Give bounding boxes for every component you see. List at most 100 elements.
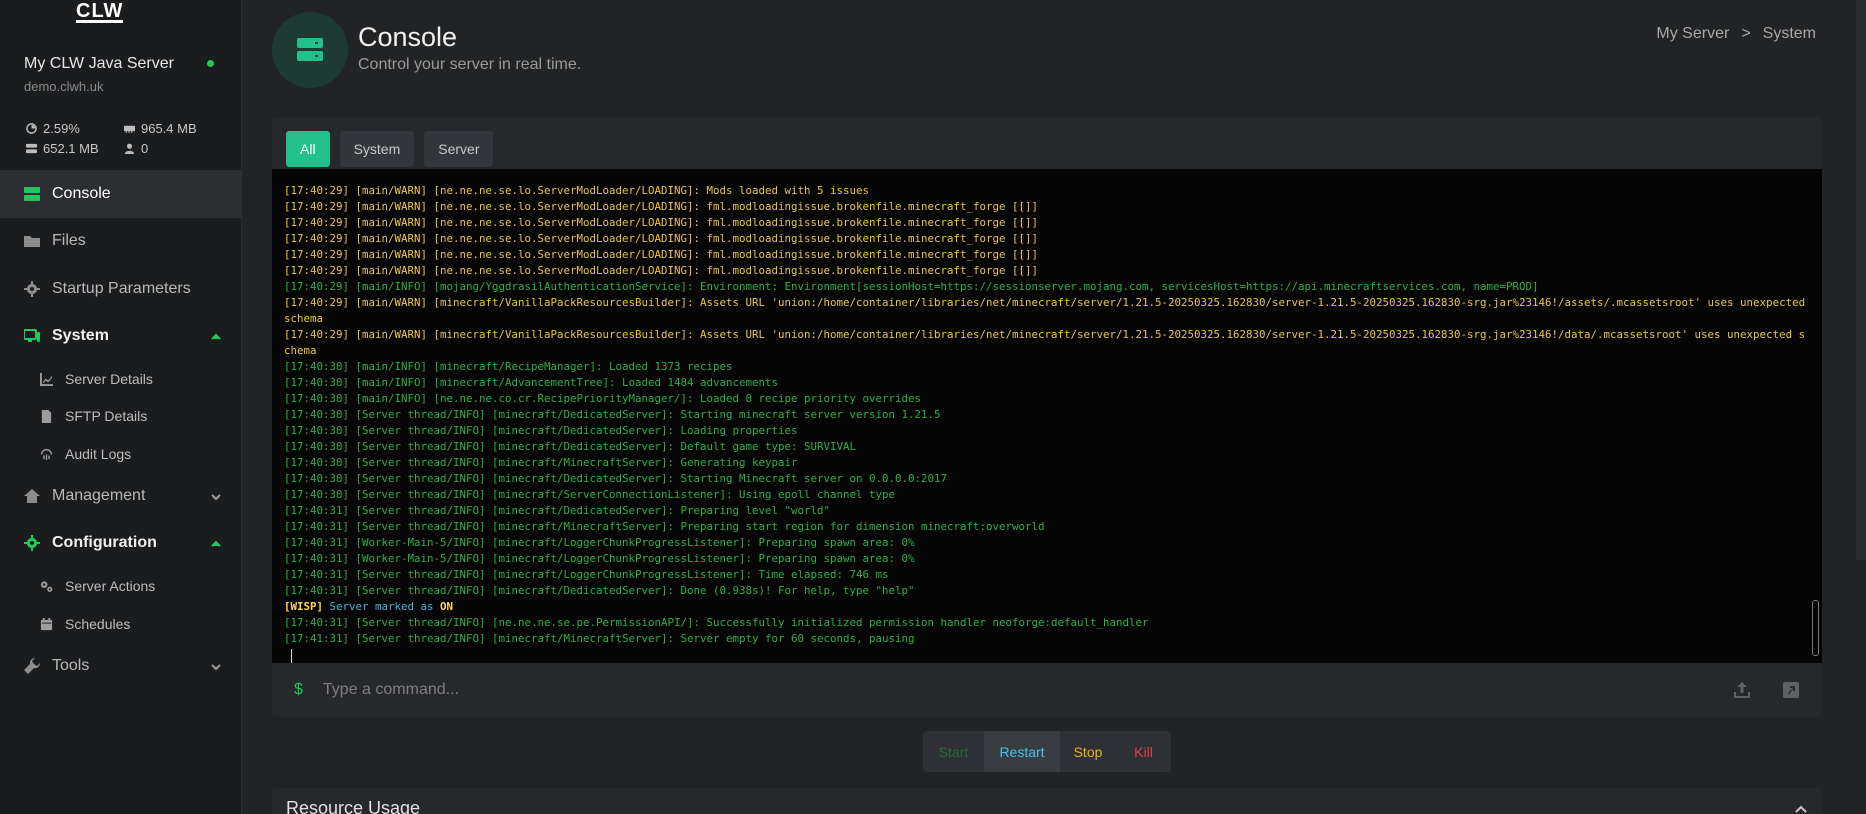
console-line: [17:40:29] [main/WARN] [ne.ne.ne.se.lo.S… xyxy=(284,232,1039,245)
sidebar-item-label: Schedules xyxy=(65,616,131,632)
tab-server[interactable]: Server xyxy=(424,131,494,167)
players-value: 0 xyxy=(141,141,149,156)
sidebar: CLW My CLW Java Server demo.clwh.uk 2.59… xyxy=(0,0,242,814)
console-line: [17:40:31] [Server thread/INFO] [minecra… xyxy=(284,584,915,597)
server-name: My CLW Java Server xyxy=(24,55,174,72)
server-host: demo.clwh.uk xyxy=(24,79,104,94)
console-line: [17:40:30] [Server thread/INFO] [minecra… xyxy=(284,488,896,501)
sidebar-item-label: Files xyxy=(52,232,86,249)
logo-text: CLW xyxy=(76,0,124,23)
sidebar-item-tools[interactable]: Tools xyxy=(0,642,242,690)
wrench-icon xyxy=(24,658,40,674)
user-icon xyxy=(124,143,135,154)
console-line: [17:40:31] [Server thread/INFO] [minecra… xyxy=(284,520,1045,533)
memory-icon xyxy=(124,125,135,134)
sidebar-item-server-actions[interactable]: Server Actions xyxy=(0,568,242,604)
breadcrumb: My Server > System xyxy=(1656,25,1816,43)
sidebar-item-startup[interactable]: Startup Parameters xyxy=(0,265,242,313)
sidebar-item-audit-logs[interactable]: Audit Logs xyxy=(0,436,242,472)
console-line: [17:40:31] [Server thread/INFO] [minecra… xyxy=(284,568,889,581)
logo[interactable]: CLW xyxy=(76,0,124,23)
restart-button[interactable]: Restart xyxy=(984,731,1060,772)
sidebar-item-label: SFTP Details xyxy=(65,408,148,424)
console-line: [17:40:29] [main/WARN] [ne.ne.ne.se.lo.S… xyxy=(284,200,1039,213)
console-line: [17:41:31] [Server thread/INFO] [minecra… xyxy=(284,632,915,645)
sidebar-item-schedules[interactable]: Schedules xyxy=(0,606,242,642)
sidebar-item-console[interactable]: Console xyxy=(0,170,242,218)
console-line: [17:40:29] [main/WARN] [minecraft/Vanill… xyxy=(284,328,1806,357)
wisp-state: ON xyxy=(440,600,454,613)
console-line: [17:40:31] [Server thread/INFO] [ne.ne.n… xyxy=(284,616,1149,629)
breadcrumb-current: System xyxy=(1762,25,1816,42)
stop-button[interactable]: Stop xyxy=(1060,731,1116,772)
page-scrollbar[interactable] xyxy=(1856,0,1866,560)
resource-usage-panel[interactable]: Resource Usage xyxy=(272,788,1822,814)
sidebar-item-files[interactable]: Files xyxy=(0,217,242,265)
disk-stat: 652.1 MB xyxy=(26,141,99,156)
home-icon xyxy=(24,489,40,503)
console-line: [17:40:30] [Server thread/INFO] [minecra… xyxy=(284,456,798,469)
prompt-symbol: $ xyxy=(294,681,303,698)
file-icon xyxy=(41,409,52,423)
console-line: [17:40:30] [Server thread/INFO] [minecra… xyxy=(284,440,857,453)
chevron-down-icon xyxy=(210,660,222,672)
gear-icon xyxy=(24,281,40,297)
kill-button[interactable]: Kill xyxy=(1116,731,1171,772)
cpu-icon xyxy=(26,123,37,134)
chevron-up-icon xyxy=(210,330,222,342)
console-line: [17:40:29] [main/WARN] [ne.ne.ne.se.lo.S… xyxy=(284,216,1039,229)
console-line: [17:40:30] [main/INFO] [minecraft/Recipe… xyxy=(284,360,733,373)
tab-all[interactable]: All xyxy=(286,131,330,167)
sidebar-item-label: Management xyxy=(52,487,146,504)
players-stat: 0 xyxy=(124,141,148,156)
memory-value: 965.4 MB xyxy=(141,121,197,136)
console-line: [17:40:31] [Worker-Main-5/INFO] [minecra… xyxy=(284,536,915,549)
console-header-icon xyxy=(272,12,348,88)
command-row: $ xyxy=(272,663,1822,717)
breadcrumb-separator: > xyxy=(1741,25,1751,42)
pop-out-icon[interactable] xyxy=(1782,681,1800,699)
breadcrumb-server[interactable]: My Server xyxy=(1656,25,1729,43)
page-title: Console xyxy=(358,22,458,52)
chevron-up-icon[interactable] xyxy=(1794,802,1808,814)
upload-icon[interactable] xyxy=(1733,681,1751,699)
sidebar-item-label: Audit Logs xyxy=(65,446,132,462)
monitor-icon xyxy=(24,329,40,342)
online-status-dot xyxy=(207,60,214,67)
console-line: [17:40:30] [Server thread/INFO] [minecra… xyxy=(284,424,798,437)
sidebar-item-label: Server Actions xyxy=(65,578,156,594)
console-line: [17:40:30] [main/INFO] [minecraft/Advanc… xyxy=(284,376,779,389)
memory-stat: 965.4 MB xyxy=(124,121,197,136)
console-line: [17:40:30] [Server thread/INFO] [minecra… xyxy=(284,472,948,485)
sidebar-item-sftp-details[interactable]: SFTP Details xyxy=(0,398,242,434)
console-panel: All System Server [17:40:29] [main/WARN]… xyxy=(272,117,1822,717)
sidebar-item-management[interactable]: Management xyxy=(0,472,242,520)
server-icon xyxy=(297,38,323,61)
console-line: [17:40:29] [main/WARN] [minecraft/Vanill… xyxy=(284,296,1812,325)
page-subtitle: Control your server in real time. xyxy=(358,56,582,73)
console-line: [17:40:29] [main/WARN] [ne.ne.ne.se.lo.S… xyxy=(284,264,1039,277)
console-line: [17:40:31] [Server thread/INFO] [minecra… xyxy=(284,504,831,517)
wisp-tag: [WISP] xyxy=(284,600,324,613)
gear-icon xyxy=(24,535,40,551)
chevron-down-icon xyxy=(210,490,222,502)
folder-icon xyxy=(24,236,40,247)
console-output[interactable]: [17:40:29] [main/WARN] [ne.ne.ne.se.lo.S… xyxy=(272,169,1822,663)
server-icon xyxy=(24,187,40,201)
console-line: [17:40:31] [Worker-Main-5/INFO] [minecra… xyxy=(284,552,915,565)
sidebar-item-server-details[interactable]: Server Details xyxy=(0,361,242,397)
sidebar-item-system[interactable]: System xyxy=(0,312,242,360)
cpu-stat: 2.59% xyxy=(26,121,80,136)
chevron-up-icon xyxy=(210,537,222,549)
console-cursor xyxy=(291,649,292,663)
sidebar-item-label: Configuration xyxy=(52,534,157,551)
sidebar-item-configuration[interactable]: Configuration xyxy=(0,519,242,567)
console-line: [17:40:29] [main/WARN] [ne.ne.ne.se.lo.S… xyxy=(284,248,1039,261)
console-scrollbar[interactable] xyxy=(1812,600,1819,656)
disk-icon xyxy=(26,143,37,154)
console-line: [17:40:29] [main/WARN] [ne.ne.ne.se.lo.S… xyxy=(284,184,870,197)
power-controls: Start Restart Stop Kill xyxy=(923,731,1171,772)
tab-system[interactable]: System xyxy=(339,131,415,167)
command-input[interactable] xyxy=(322,681,1503,699)
start-button[interactable]: Start xyxy=(923,731,984,772)
